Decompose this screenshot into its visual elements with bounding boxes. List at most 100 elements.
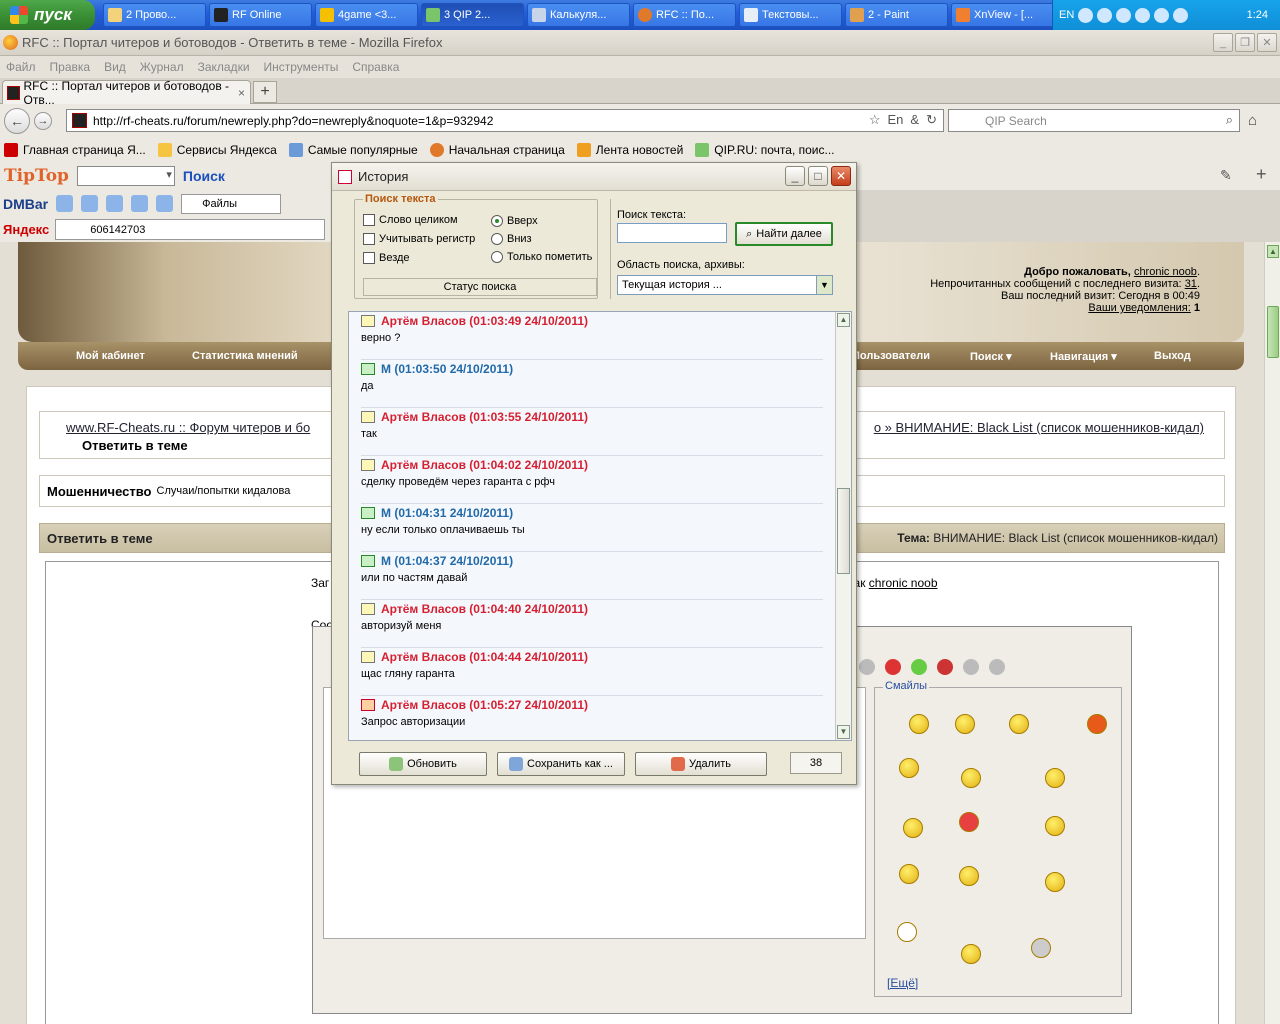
- maximize-button[interactable]: ❐: [1235, 33, 1255, 52]
- smiley-icon[interactable]: [1087, 714, 1107, 734]
- help-icon[interactable]: [1078, 7, 1094, 23]
- close-tab-icon[interactable]: ×: [238, 86, 245, 100]
- list-item[interactable]: Артём Власов (01:04:02 24/10/2011) сделк…: [361, 456, 823, 504]
- smiley-icon[interactable]: [955, 714, 975, 734]
- menu-history[interactable]: Журнал: [140, 60, 184, 74]
- smiley-icon[interactable]: [959, 866, 979, 886]
- nav-search[interactable]: Поиск ▾: [970, 350, 1012, 363]
- list-item[interactable]: Артём Власов (01:03:55 24/10/2011) так: [361, 408, 823, 456]
- unread-count-link[interactable]: 31: [1185, 278, 1197, 290]
- breadcrumb-root-link[interactable]: www.RF-Cheats.ru :: Форум читеров и бо: [66, 420, 310, 435]
- nav-my-cabinet[interactable]: Мой кабинет: [76, 350, 145, 362]
- language-indicator[interactable]: EN: [1059, 9, 1074, 21]
- tray-app-icon[interactable]: [1154, 7, 1170, 23]
- minimize-button[interactable]: _: [1213, 33, 1233, 52]
- task-rf-online[interactable]: RF Online: [209, 3, 312, 27]
- youtube-icon[interactable]: [885, 659, 901, 675]
- scroll-thumb[interactable]: [837, 488, 850, 574]
- dmbar-tool-icon[interactable]: [106, 195, 124, 212]
- bookmark-item[interactable]: QIP.RU: почта, поис...: [695, 143, 835, 157]
- home-icon[interactable]: ⌂: [1248, 112, 1268, 130]
- menu-view[interactable]: Вид: [104, 60, 126, 74]
- bookmark-item[interactable]: Сервисы Яндекса: [157, 143, 277, 157]
- play-icon[interactable]: [911, 659, 927, 675]
- logged-as-user-link[interactable]: chronic noob: [869, 576, 938, 590]
- dmbar-tool-icon[interactable]: [131, 195, 149, 212]
- task-explorer[interactable]: 2 Прово...: [103, 3, 206, 27]
- scroll-thumb[interactable]: [1267, 306, 1279, 358]
- smiley-icon[interactable]: [899, 758, 919, 778]
- translate-icon[interactable]: En: [888, 112, 904, 128]
- off-topic-smiley-icon[interactable]: [899, 864, 919, 884]
- bookmark-item[interactable]: Главная страница Я...: [4, 143, 146, 157]
- snowman-smiley-icon[interactable]: [897, 922, 917, 942]
- tray-app-icon[interactable]: [1135, 7, 1151, 23]
- dmbar-tool-icon[interactable]: [56, 195, 74, 212]
- tiptop-logo[interactable]: TipTop: [4, 166, 69, 186]
- scroll-down-icon[interactable]: ▼: [837, 725, 850, 739]
- search-area-select[interactable]: Текущая история ... ▼: [617, 275, 833, 295]
- task-calculator[interactable]: Калькуля...: [527, 3, 630, 27]
- list-item[interactable]: М (01:04:31 24/10/2011) ну если только о…: [361, 504, 823, 552]
- only-mark-radio[interactable]: Только пометить: [491, 251, 592, 263]
- smiley-icon[interactable]: [961, 768, 981, 788]
- task-xnview[interactable]: XnView - [...: [951, 3, 1054, 27]
- username-link[interactable]: chronic noob: [1134, 266, 1197, 278]
- spellcheck-icon[interactable]: [989, 659, 1005, 675]
- notifications-link[interactable]: Ваши уведомления:: [1088, 302, 1190, 314]
- maximize-button[interactable]: □: [808, 166, 828, 186]
- magnifier-icon[interactable]: ⌕: [1226, 112, 1233, 128]
- menu-file[interactable]: Файл: [6, 60, 36, 74]
- add-icon[interactable]: +: [1256, 164, 1267, 185]
- direction-up-radio[interactable]: Вверх: [491, 215, 538, 227]
- save-as-button[interactable]: Сохранить как ...: [497, 752, 625, 776]
- menu-help[interactable]: Справка: [352, 60, 399, 74]
- censored-smiley-icon[interactable]: [1045, 768, 1065, 788]
- bookmark-item[interactable]: Начальная страница: [429, 143, 565, 157]
- quote-icon[interactable]: [859, 659, 875, 675]
- tray-app-icon[interactable]: [1097, 7, 1113, 23]
- find-next-button[interactable]: ⌕ Найти далее: [735, 222, 833, 246]
- nav-users[interactable]: Пользователи: [852, 350, 930, 362]
- menu-tools[interactable]: Инструменты: [264, 60, 339, 74]
- browser-tab[interactable]: RFC :: Портал читеров и ботоводов - Отв.…: [2, 79, 251, 107]
- yandex-search-field[interactable]: 606142703: [55, 219, 326, 240]
- wrench-icon[interactable]: ✎: [1220, 167, 1232, 184]
- forward-button[interactable]: →: [34, 112, 52, 130]
- scroll-up-icon[interactable]: ▲: [1267, 245, 1279, 258]
- smiley-icon[interactable]: [1009, 714, 1029, 734]
- nav-logout[interactable]: Выход: [1154, 350, 1191, 362]
- close-button[interactable]: ✕: [831, 166, 851, 186]
- search-input[interactable]: QIP Search ⌕: [948, 109, 1240, 132]
- more-smilies-link[interactable]: [Ещё]: [887, 976, 918, 990]
- scroll-up-icon[interactable]: ▲: [837, 313, 850, 327]
- menu-edit[interactable]: Правка: [50, 60, 91, 74]
- list-item[interactable]: Артём Власов (01:04:44 24/10/2011) щас г…: [361, 648, 823, 696]
- task-firefox[interactable]: RFC :: По...: [633, 3, 736, 27]
- stop-icon[interactable]: [937, 659, 953, 675]
- smiley-icon[interactable]: [961, 944, 981, 964]
- dmbar-logo[interactable]: DMBar: [3, 196, 48, 212]
- search-text-input[interactable]: [617, 223, 727, 243]
- list-item[interactable]: Артём Власов (01:05:27 24/10/2011) Запро…: [361, 696, 823, 740]
- reload-icon[interactable]: ↻: [926, 112, 937, 128]
- breadcrumb-topic-link[interactable]: о » ВНИМАНИЕ: Black List (список мошенни…: [874, 420, 1204, 435]
- task-paint[interactable]: 2 - Paint: [845, 3, 948, 27]
- chevron-down-icon[interactable]: ▼: [816, 276, 832, 294]
- nav-navigation[interactable]: Навигация ▾: [1050, 350, 1117, 363]
- tiptop-search-button[interactable]: Поиск: [183, 168, 225, 184]
- star-icon[interactable]: ☆: [869, 112, 881, 128]
- smiley-icon[interactable]: [903, 818, 923, 838]
- saw-smiley-icon[interactable]: [1031, 938, 1051, 958]
- ampersand-icon[interactable]: &: [910, 112, 919, 128]
- address-bar[interactable]: http://rf-cheats.ru/forum/newreply.php?d…: [66, 109, 944, 132]
- nav-opinion-stats[interactable]: Статистика мнений: [192, 350, 298, 362]
- bookmark-item[interactable]: Лента новостей: [576, 143, 683, 157]
- smiley-icon[interactable]: [1045, 816, 1065, 836]
- bookmark-item[interactable]: Самые популярные: [288, 143, 418, 157]
- list-item[interactable]: Артём Власов (01:03:49 24/10/2011) верно…: [361, 312, 823, 360]
- back-button[interactable]: ←: [4, 108, 30, 134]
- delete-button[interactable]: Удалить: [635, 752, 767, 776]
- files-field[interactable]: Файлы: [181, 193, 282, 214]
- everywhere-checkbox[interactable]: Везде: [363, 252, 410, 264]
